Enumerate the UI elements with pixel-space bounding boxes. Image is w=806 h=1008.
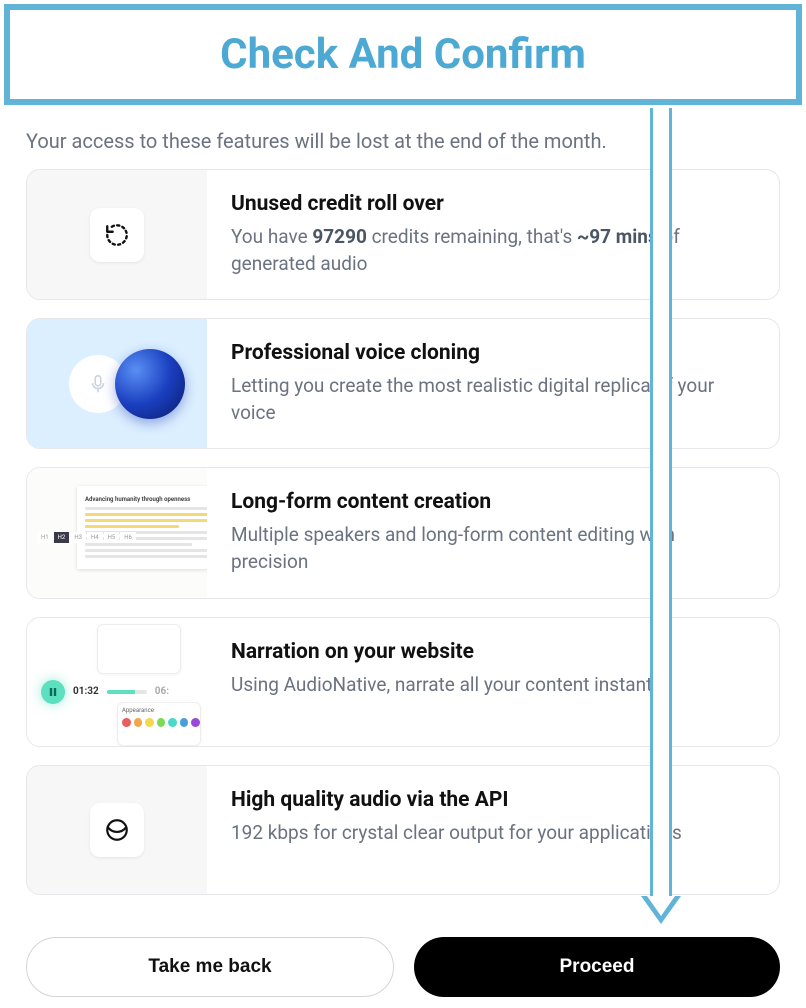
document-thumbnail: Advancing humanity through openness H1 H… [27, 468, 207, 597]
h-tab: H3 [70, 532, 86, 543]
feature-icon-area [27, 170, 207, 299]
voice-sphere-icon [115, 349, 185, 419]
feature-icon-area: Advancing humanity through openness H1 H… [27, 468, 207, 597]
feature-content: Professional voice cloning Letting you c… [207, 319, 779, 448]
feature-title: Long-form content creation [231, 490, 755, 514]
feature-card-long-form: Advancing humanity through openness H1 H… [26, 467, 780, 598]
feature-desc: Multiple speakers and long-form content … [231, 522, 755, 575]
time-total: 06: [155, 686, 169, 697]
take-me-back-button[interactable]: Take me back [26, 937, 394, 997]
audio-player: 01:32 06: [41, 680, 169, 704]
credits-value: 97290 [312, 225, 367, 248]
pause-icon [41, 680, 65, 704]
progress-bar [107, 690, 147, 694]
page-title: Check And Confirm [30, 30, 776, 79]
header-banner: Check And Confirm [4, 4, 802, 105]
feature-content: Narration on your website Using AudioNat… [207, 618, 779, 746]
subtitle-text: Your access to these features will be lo… [0, 109, 806, 169]
feature-desc: Using AudioNative, narrate all your cont… [231, 672, 755, 699]
feature-content: Long-form content creation Multiple spea… [207, 468, 779, 597]
features-list: Unused credit roll over You have 97290 c… [0, 169, 806, 895]
feature-content: High quality audio via the API 192 kbps … [207, 766, 779, 894]
doc-title: Advancing humanity through openness [85, 496, 207, 503]
proceed-button[interactable]: Proceed [414, 937, 780, 997]
feature-desc: You have 97290 credits remaining, that's… [231, 224, 755, 277]
feature-icon-area [27, 766, 207, 894]
h-tab: H4 [87, 532, 103, 543]
feature-card-credits: Unused credit roll over You have 97290 c… [26, 169, 780, 300]
desc-prefix: You have [231, 225, 312, 248]
h-tab: H1 [37, 532, 53, 543]
feature-desc: 192 kbps for crystal clear output for yo… [231, 820, 755, 847]
feature-title: Unused credit roll over [231, 192, 755, 216]
minutes-value: ~97 mins [577, 225, 658, 248]
feature-icon-area [27, 319, 207, 448]
feature-card-api: High quality audio via the API 192 kbps … [26, 765, 780, 895]
time-current: 01:32 [73, 686, 99, 697]
h-tab: H6 [120, 532, 136, 543]
narration-thumbnail: 01:32 06: Appearance [27, 618, 207, 746]
h-tab: H2 [54, 532, 70, 543]
rollover-icon [90, 208, 144, 262]
feature-icon-area: 01:32 06: Appearance [27, 618, 207, 746]
desc-mid: credits remaining, that's [367, 225, 577, 248]
appearance-label: Appearance [118, 703, 200, 718]
api-quality-icon [90, 803, 144, 857]
heading-tabs: H1 H2 H3 H4 H5 H6 [37, 532, 136, 543]
button-row: Take me back Proceed [0, 913, 806, 997]
feature-card-narration: 01:32 06: Appearance [26, 617, 780, 747]
h-tab: H5 [104, 532, 120, 543]
feature-title: Professional voice cloning [231, 341, 755, 365]
color-dots [122, 718, 200, 727]
feature-title: Narration on your website [231, 640, 755, 664]
feature-content: Unused credit roll over You have 97290 c… [207, 170, 779, 299]
feature-title: High quality audio via the API [231, 788, 755, 812]
feature-card-voice-cloning: Professional voice cloning Letting you c… [26, 318, 780, 449]
feature-desc: Letting you create the most realistic di… [231, 373, 755, 426]
